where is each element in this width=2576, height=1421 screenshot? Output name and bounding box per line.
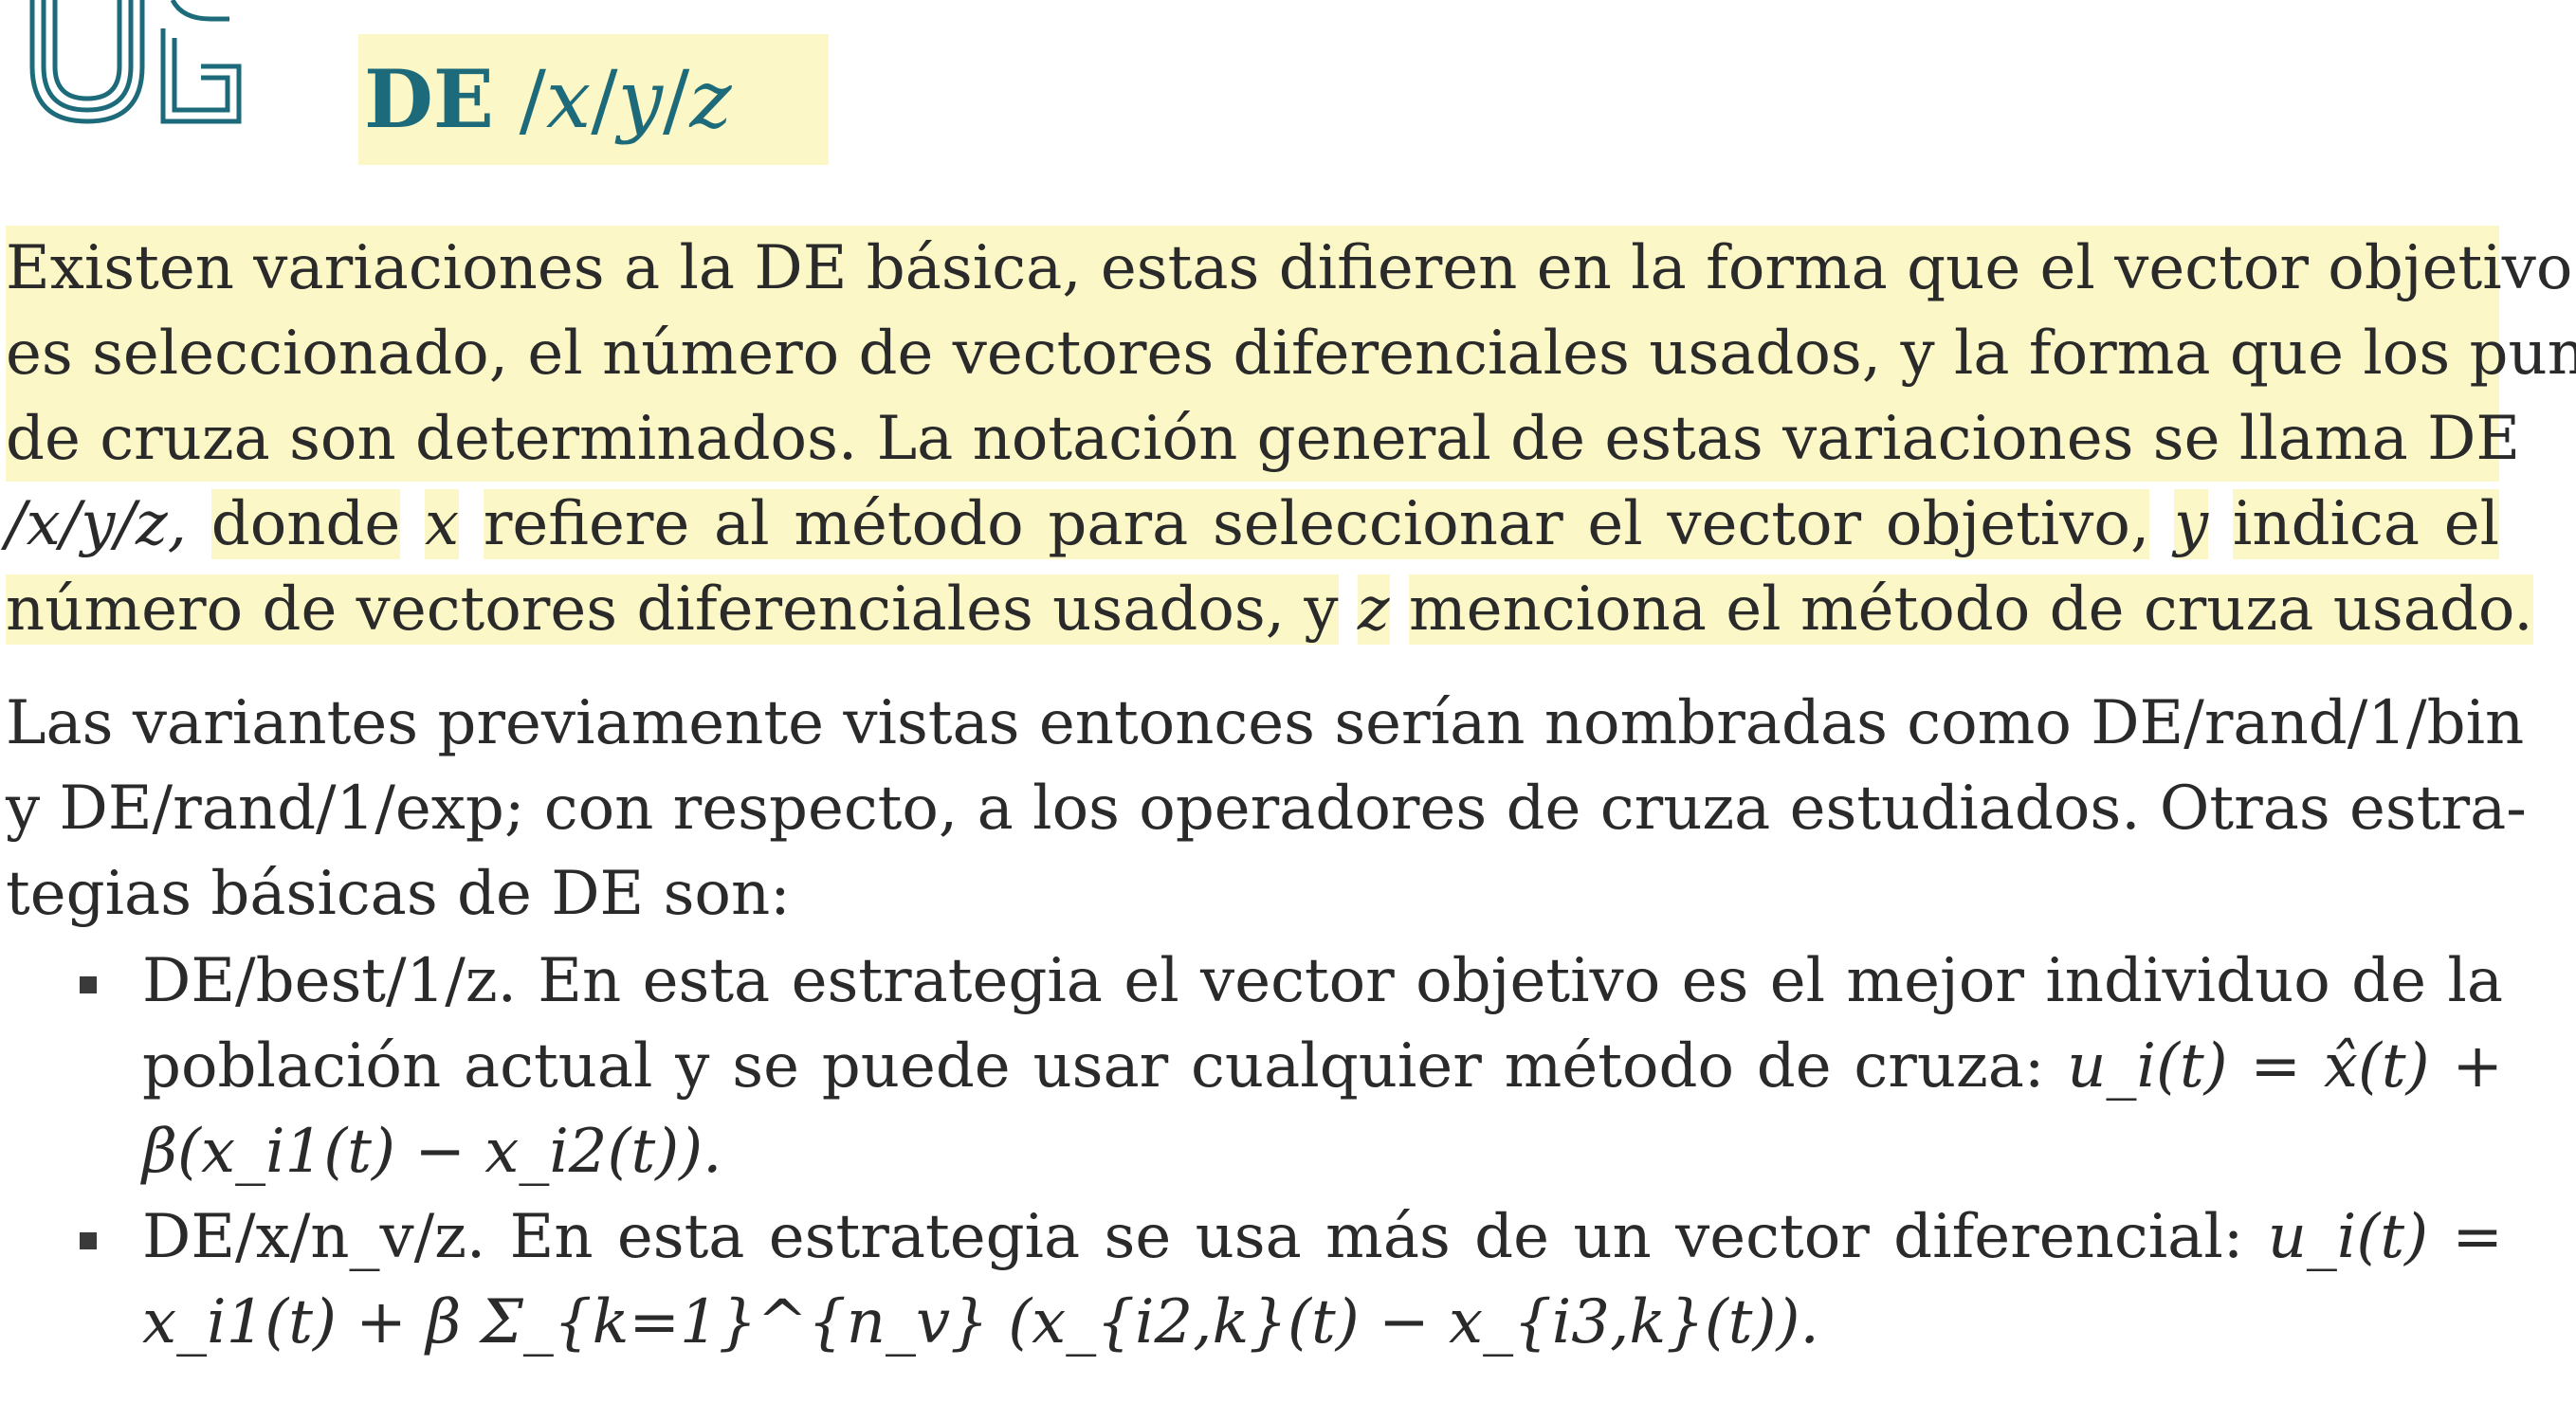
formula: u_i(t) = bbox=[2267, 1202, 2504, 1272]
strategy-name: DE/x/n_v/z. bbox=[142, 1202, 486, 1272]
list-item: DE/best/1/z. En esta estrategia el vecto… bbox=[0, 938, 2503, 1194]
text-indica: indica el bbox=[2232, 489, 2500, 559]
text-menciona: menciona el método de cruza usado. bbox=[1408, 574, 2533, 645]
bullet-square-icon bbox=[80, 1232, 97, 1249]
paragraph1-line2: es seleccionado, el número de vectores d… bbox=[6, 311, 2576, 396]
formula-continuation: x_i1(t) + β Σ_{k=1}^{n_v} (x_{i2,k}(t) −… bbox=[142, 1287, 1819, 1357]
paragraph2-line1: Las variantes previamente vistas entonce… bbox=[6, 688, 2525, 758]
var-z: z bbox=[1357, 574, 1390, 645]
title-var-y: y bbox=[617, 53, 664, 146]
text-refiere: refiere al método para seleccionar el ve… bbox=[483, 489, 2150, 559]
paragraph-variants: Las variantes previamente vistas entonce… bbox=[6, 681, 2527, 937]
paragraph2-line3: tegias básicas de DE son: bbox=[6, 859, 791, 929]
var-y: y bbox=[2174, 489, 2209, 559]
title-var-x: x bbox=[545, 53, 592, 146]
bullet1-line1: DE/best/1/z. En esta estrategia el vecto… bbox=[142, 946, 2503, 1016]
paragraph1-line4: /x/y/z, donde x refiere al método para s… bbox=[6, 482, 2500, 567]
text-numero: número de vectores diferenciales usados,… bbox=[6, 574, 1339, 645]
slide-title: DE / x / y / z bbox=[358, 34, 829, 165]
formula: u_i(t) = x̂(t) + bbox=[2067, 1031, 2504, 1102]
paragraph1-line5: número de vectores diferenciales usados,… bbox=[6, 567, 2533, 652]
var-x: x bbox=[425, 489, 460, 559]
strategy-list: DE/best/1/z. En esta estrategia el vecto… bbox=[0, 938, 2503, 1365]
paragraph-variations: Existen variaciones a la DE básica, esta… bbox=[6, 226, 2576, 652]
notation-xyz: /x/y/z, bbox=[6, 489, 187, 559]
title-prefix: DE bbox=[364, 52, 494, 146]
paragraph1-line3: de cruza son determinados. La notación g… bbox=[6, 396, 2520, 482]
formula-continuation: β(x_i1(t) − x_i2(t)). bbox=[142, 1117, 722, 1187]
bullet2-line1: DE/x/n_v/z. En esta estrategia se usa má… bbox=[142, 1202, 2504, 1272]
bullet1-line2: población actual y se puede usar cualqui… bbox=[142, 1031, 2504, 1102]
university-logo-icon bbox=[29, 0, 242, 124]
title-var-z: z bbox=[689, 53, 732, 146]
paragraph2-line2: y DE/rand/1/exp; con respecto, a los ope… bbox=[6, 774, 2527, 844]
list-item: DE/x/n_v/z. En esta estrategia se usa má… bbox=[0, 1194, 2503, 1365]
strategy-name: DE/best/1/z. bbox=[142, 946, 517, 1016]
bullet-square-icon bbox=[80, 976, 97, 993]
paragraph1-line1: Existen variaciones a la DE básica, esta… bbox=[6, 226, 2572, 311]
text-donde: donde bbox=[210, 489, 401, 559]
